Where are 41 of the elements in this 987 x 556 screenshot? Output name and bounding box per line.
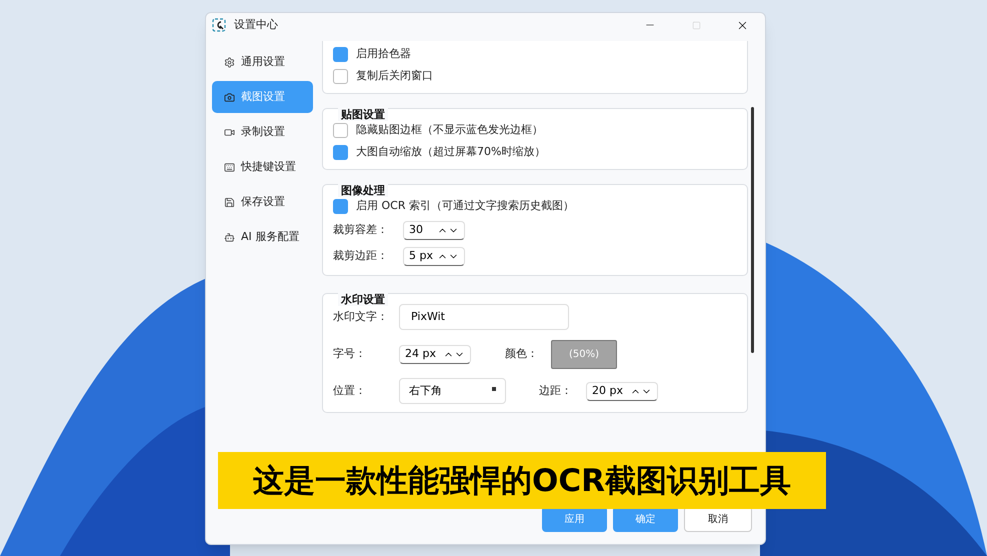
window-title: 设置中心 xyxy=(234,16,278,33)
sidebar-item[interactable]: 保存设置 xyxy=(212,186,313,218)
video-camera-icon xyxy=(224,126,235,138)
checkbox-label: 复制后关闭窗口 xyxy=(356,68,433,84)
section-title: 贴图设置 xyxy=(338,108,388,121)
sidebar-item[interactable]: 通用设置 xyxy=(212,46,313,78)
section-title: 水印设置 xyxy=(338,293,388,306)
sidebar-item[interactable]: AI 服务配置 xyxy=(212,221,313,253)
field-label: 边距： xyxy=(539,382,573,399)
keyboard-icon xyxy=(224,162,235,172)
checkbox-label: 启用拾色器 xyxy=(356,46,411,62)
camera-icon xyxy=(224,92,235,102)
checkbox[interactable] xyxy=(333,198,348,214)
checkbox[interactable] xyxy=(333,122,348,138)
video-caption-text: 这是一款性能强悍的OCR截图识别工具 xyxy=(253,462,791,500)
checkbox[interactable] xyxy=(333,46,348,62)
field-label: 裁剪边距： xyxy=(333,248,389,264)
spin-box[interactable]: 24 px xyxy=(399,344,471,364)
sidebar-item[interactable]: 快捷键设置 xyxy=(212,151,313,183)
spin-box[interactable]: 30 xyxy=(403,220,465,240)
checkbox-label: 隐藏贴图边框（不显示蓝色发光边框） xyxy=(356,122,543,138)
checkbox[interactable] xyxy=(333,68,348,84)
field-label: 裁剪容差： xyxy=(333,222,389,238)
field-label: 颜色： xyxy=(505,346,539,362)
checkbox-label: 大图自动缩放（超过屏幕70%时缩放） xyxy=(356,144,546,160)
field-label: 位置： xyxy=(333,382,367,399)
checkbox[interactable] xyxy=(333,144,348,160)
app-logo-icon xyxy=(212,18,226,32)
section-title: 图像处理 xyxy=(338,184,388,197)
scrollbar[interactable] xyxy=(751,107,754,353)
gear-icon xyxy=(224,56,235,68)
field-label: 水印文字： xyxy=(333,308,389,325)
robot-icon xyxy=(224,232,235,242)
checkbox-label: 启用 OCR 索引（可通过文字搜索历史截图） xyxy=(356,198,574,214)
spin-box[interactable]: 20 px xyxy=(586,382,658,400)
dropdown[interactable]: 右下角 xyxy=(399,378,506,404)
spin-box[interactable]: 5 px xyxy=(403,246,465,266)
text-field[interactable]: PixWit xyxy=(399,304,569,330)
field-label: 字号： xyxy=(333,346,367,362)
dropdown-marker-icon xyxy=(492,387,496,391)
sidebar-item[interactable]: 录制设置 xyxy=(212,116,313,148)
